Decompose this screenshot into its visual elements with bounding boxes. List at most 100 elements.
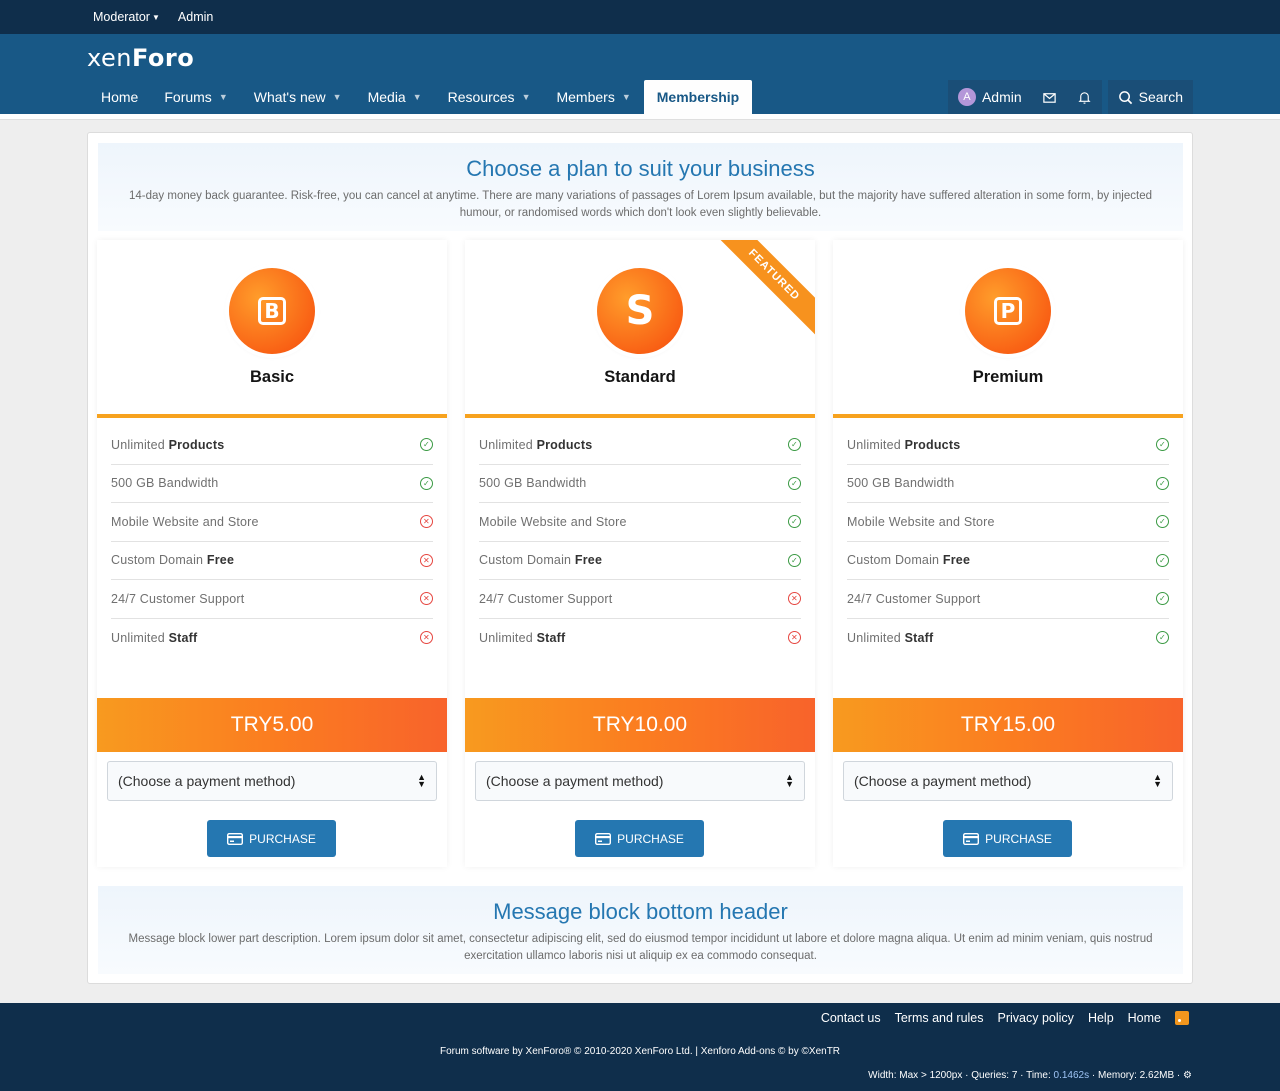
- check-circle-icon: ✓: [1156, 476, 1169, 490]
- feature-text: Mobile Website and Store: [847, 514, 995, 529]
- bottom-title: Message block bottom header: [493, 899, 788, 924]
- feature-highlight: Products: [536, 437, 593, 452]
- nav-tab-home[interactable]: Home: [88, 80, 151, 114]
- x-circle-icon: ✕: [788, 631, 801, 645]
- feature-row: Custom Domain Free ✓: [479, 542, 801, 580]
- feature-label: Custom Domain Free: [479, 553, 602, 567]
- footer-link-privacy[interactable]: Privacy policy: [998, 1011, 1074, 1025]
- purchase-label: PURCHASE: [249, 831, 316, 846]
- logo[interactable]: xenForo: [87, 44, 194, 72]
- account-link[interactable]: A Admin: [948, 80, 1032, 114]
- feature-highlight: Staff: [168, 630, 198, 645]
- purchase-label: PURCHASE: [617, 831, 684, 846]
- search-button[interactable]: Search: [1108, 80, 1193, 114]
- feature-highlight: Staff: [904, 630, 934, 645]
- feature-text: 500 GB Bandwidth: [479, 476, 587, 491]
- plan-name: Standard: [604, 368, 676, 386]
- user-nav: A Admin Search: [947, 80, 1193, 114]
- rss-icon[interactable]: [1175, 1011, 1189, 1025]
- payment-method-select[interactable]: (Choose a payment method) ▲ ▼: [843, 761, 1173, 801]
- alerts-button[interactable]: [1067, 80, 1102, 114]
- nav-tab-label: Forums: [164, 89, 212, 105]
- page-title: Choose a plan to suit your business: [466, 156, 815, 181]
- nav-tab-label: Media: [367, 89, 406, 105]
- x-circle-icon: ✕: [420, 592, 433, 606]
- feature-highlight: Free: [942, 553, 971, 568]
- account-name: Admin: [981, 89, 1022, 105]
- purchase-button[interactable]: PURCHASE: [575, 820, 704, 857]
- feature-label: Unlimited Staff: [479, 631, 565, 645]
- site-header: xenForo Home Forums ▼ What's new ▼ Media ▼ …: [0, 34, 1280, 114]
- moderator-label: Moderator: [93, 10, 150, 24]
- gear-icon[interactable]: ⚙: [1183, 1070, 1192, 1081]
- payment-method-select[interactable]: (Choose a payment method) ▲ ▼: [475, 761, 805, 801]
- chevron-down-icon[interactable]: ▼: [413, 92, 422, 102]
- feature-row: Unlimited Staff ✕: [479, 619, 801, 658]
- feature-row: Unlimited Staff ✕: [111, 619, 433, 658]
- check-circle-icon: ✓: [1156, 515, 1169, 529]
- feature-text: Mobile Website and Store: [479, 514, 627, 529]
- nav-tab-whats-new[interactable]: What's new ▼: [241, 80, 355, 114]
- feature-text: 500 GB Bandwidth: [111, 476, 219, 491]
- plan-card-basic: B Basic Unlimited Products ✓ 500 GB Bandwi…: [97, 240, 447, 867]
- nav-tab-members[interactable]: Members ▼: [543, 80, 643, 114]
- select-arrows-icon: ▲ ▼: [1153, 772, 1162, 789]
- nav-tab-media[interactable]: Media ▼: [355, 80, 435, 114]
- membership-block: Choose a plan to suit your business 14-d…: [87, 132, 1193, 984]
- feature-label: Unlimited Products: [111, 438, 224, 452]
- feature-label: 500 GB Bandwidth: [479, 476, 586, 490]
- plan-header: P Premium: [833, 240, 1183, 418]
- check-circle-icon: ✓: [788, 515, 801, 529]
- feature-highlight: Staff: [536, 630, 566, 645]
- inbox-button[interactable]: [1032, 80, 1067, 114]
- chevron-down-icon[interactable]: ▼: [622, 92, 631, 102]
- admin-link[interactable]: Admin: [178, 10, 213, 24]
- nav-tab-forums[interactable]: Forums ▼: [151, 80, 240, 114]
- feature-label: Mobile Website and Store: [479, 515, 627, 529]
- feature-row: 24/7 Customer Support ✓: [847, 580, 1169, 619]
- check-circle-icon: ✓: [420, 438, 433, 452]
- nav-tab-label: Membership: [656, 89, 740, 105]
- chevron-down-icon[interactable]: ▼: [219, 92, 228, 102]
- feature-label: 500 GB Bandwidth: [111, 476, 218, 490]
- feature-text: Unlimited: [847, 437, 905, 452]
- chevron-down-icon[interactable]: ▼: [333, 92, 342, 102]
- footer-link-terms[interactable]: Terms and rules: [895, 1011, 984, 1025]
- feature-row: Custom Domain Free ✓: [847, 542, 1169, 580]
- plan-card-standard: FEATURED S Standard Unlimited Products ✓ 5…: [465, 240, 815, 867]
- moderator-menu[interactable]: Moderator ▼: [93, 10, 160, 24]
- nav-tab-resources[interactable]: Resources ▼: [435, 80, 544, 114]
- price-bar: TRY15.00: [833, 698, 1183, 752]
- feature-text: Unlimited: [111, 437, 169, 452]
- logo-text: xen: [87, 44, 132, 72]
- feature-highlight: Free: [574, 553, 603, 568]
- search-group: Search: [1107, 80, 1193, 114]
- footer-link-contact[interactable]: Contact us: [821, 1011, 881, 1025]
- plan-card-premium: P Premium Unlimited Products ✓ 500 GB Band…: [833, 240, 1183, 867]
- feature-label: 24/7 Customer Support: [847, 592, 980, 606]
- plan-badge-icon: S: [597, 268, 683, 354]
- purchase-label: PURCHASE: [985, 831, 1052, 846]
- plan-badge-icon: B: [229, 268, 315, 354]
- feature-highlight: Free: [206, 553, 235, 568]
- check-circle-icon: ✓: [1156, 592, 1169, 606]
- check-circle-icon: ✓: [1156, 631, 1169, 645]
- sub-nav-bar: [0, 114, 1280, 120]
- bottom-message-block: Message block bottom header Message bloc…: [98, 886, 1183, 974]
- chevron-down-icon[interactable]: ▼: [522, 92, 531, 102]
- footer-link-help[interactable]: Help: [1088, 1011, 1114, 1025]
- nav-tab-membership[interactable]: Membership: [643, 80, 753, 114]
- nav-tab-label: Resources: [447, 89, 515, 105]
- payment-method-select[interactable]: (Choose a payment method) ▲ ▼: [107, 761, 437, 801]
- feature-label: Mobile Website and Store: [847, 515, 995, 529]
- purchase-button[interactable]: PURCHASE: [943, 820, 1072, 857]
- feature-text: Unlimited: [847, 630, 905, 645]
- payment-select-value: (Choose a payment method): [854, 773, 1032, 789]
- plan-header: FEATURED S Standard: [465, 240, 815, 418]
- feature-row: Unlimited Staff ✓: [847, 619, 1169, 658]
- plan-badge-letter: P: [994, 297, 1022, 325]
- purchase-button[interactable]: PURCHASE: [207, 820, 336, 857]
- feature-text: 24/7 Customer Support: [111, 591, 245, 606]
- footer-link-home[interactable]: Home: [1128, 1011, 1161, 1025]
- select-arrows-icon: ▲ ▼: [417, 772, 426, 789]
